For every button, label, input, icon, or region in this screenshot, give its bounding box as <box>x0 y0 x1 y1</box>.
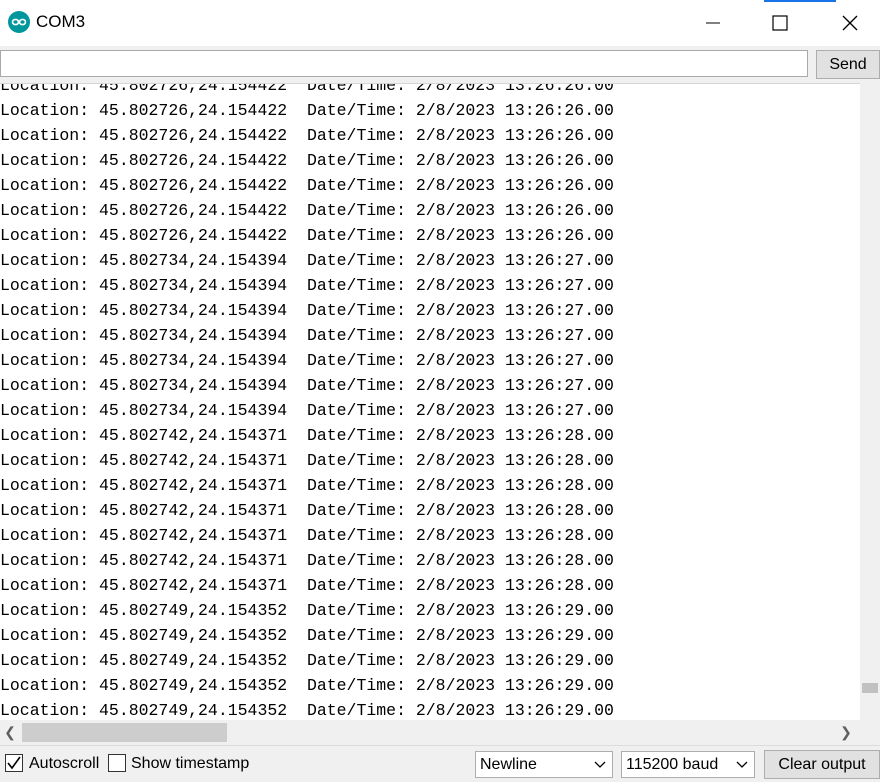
vertical-scroll-thumb[interactable] <box>862 683 878 693</box>
show-timestamp-label: Show timestamp <box>131 755 250 772</box>
horizontal-scrollbar[interactable]: ❮ ❯ <box>0 720 860 745</box>
vertical-scrollbar[interactable] <box>860 83 880 720</box>
window-title: COM3 <box>36 12 86 31</box>
output-line: Location: 45.802734,24.154394 Date/Time:… <box>0 376 614 395</box>
chevron-down-icon <box>736 761 748 768</box>
show-timestamp-checkbox[interactable] <box>108 754 126 772</box>
output-line: Location: 45.802734,24.154394 Date/Time:… <box>0 301 614 320</box>
send-button[interactable]: Send <box>816 50 880 79</box>
output-line: Location: 45.802749,24.154352 Date/Time:… <box>0 651 614 670</box>
title-bar: COM3 <box>0 0 880 46</box>
output-line: Location: 45.802726,24.154422 Date/Time:… <box>0 176 614 195</box>
horizontal-scroll-thumb[interactable] <box>22 723 227 742</box>
output-line: Location: 45.802742,24.154371 Date/Time:… <box>0 526 614 545</box>
output-line: Location: 45.802726,24.154422 Date/Time:… <box>0 101 614 120</box>
output-line: Location: 45.802734,24.154394 Date/Time:… <box>0 276 614 295</box>
output-line: Location: 45.802734,24.154394 Date/Time:… <box>0 351 614 370</box>
output-line: Location: 45.802742,24.154371 Date/Time:… <box>0 476 614 495</box>
bottom-bar: Autoscroll Show timestamp Newline 115200… <box>0 745 880 782</box>
output-line: Location: 45.802742,24.154371 Date/Time:… <box>0 501 614 520</box>
scroll-corner <box>860 720 880 745</box>
output-line: Location: 45.802726,24.154422 Date/Time:… <box>0 226 614 245</box>
output-line: Location: 45.802734,24.154394 Date/Time:… <box>0 251 614 270</box>
arduino-icon <box>8 11 30 33</box>
close-button[interactable] <box>820 0 880 46</box>
autoscroll-checkbox[interactable] <box>5 754 23 772</box>
scroll-right-icon[interactable]: ❯ <box>838 724 854 741</box>
output-line: Location: 45.802726,24.154422 Date/Time:… <box>0 201 614 220</box>
scroll-left-icon[interactable]: ❮ <box>2 724 18 741</box>
output-line: Location: 45.802749,24.154352 Date/Time:… <box>0 626 614 645</box>
output-line: Location: 45.802749,24.154352 Date/Time:… <box>0 676 614 695</box>
maximize-icon <box>772 15 788 31</box>
close-icon <box>842 15 858 31</box>
output-line: Location: 45.802742,24.154371 Date/Time:… <box>0 576 614 595</box>
clear-output-button[interactable]: Clear output <box>764 750 880 779</box>
minimize-icon <box>706 22 720 24</box>
send-input[interactable] <box>0 50 808 77</box>
baud-rate-value: 115200 baud <box>626 756 719 773</box>
line-ending-select[interactable]: Newline <box>475 751 613 778</box>
output-line: Location: 45.802734,24.154394 Date/Time:… <box>0 401 614 420</box>
checkmark-icon <box>7 756 21 770</box>
chevron-down-icon <box>594 761 606 768</box>
output-line: Location: 45.802726,24.154422 Date/Time:… <box>0 83 614 95</box>
maximize-button[interactable] <box>750 0 810 46</box>
minimize-button[interactable] <box>683 0 743 46</box>
line-ending-value: Newline <box>480 756 537 773</box>
autoscroll-label: Autoscroll <box>29 755 100 772</box>
output-line: Location: 45.802726,24.154422 Date/Time:… <box>0 126 614 145</box>
baud-rate-select[interactable]: 115200 baud <box>621 751 755 778</box>
output-line: Location: 45.802749,24.154352 Date/Time:… <box>0 701 614 720</box>
output-lines: Location: 45.802726,24.154422 Date/Time:… <box>0 83 614 721</box>
serial-output[interactable]: Location: 45.802726,24.154422 Date/Time:… <box>0 83 860 721</box>
output-line: Location: 45.802749,24.154352 Date/Time:… <box>0 601 614 620</box>
output-line: Location: 45.802742,24.154371 Date/Time:… <box>0 451 614 470</box>
output-line: Location: 45.802726,24.154422 Date/Time:… <box>0 151 614 170</box>
output-line: Location: 45.802742,24.154371 Date/Time:… <box>0 426 614 445</box>
output-line: Location: 45.802742,24.154371 Date/Time:… <box>0 551 614 570</box>
send-row <box>0 46 880 83</box>
output-line: Location: 45.802734,24.154394 Date/Time:… <box>0 326 614 345</box>
